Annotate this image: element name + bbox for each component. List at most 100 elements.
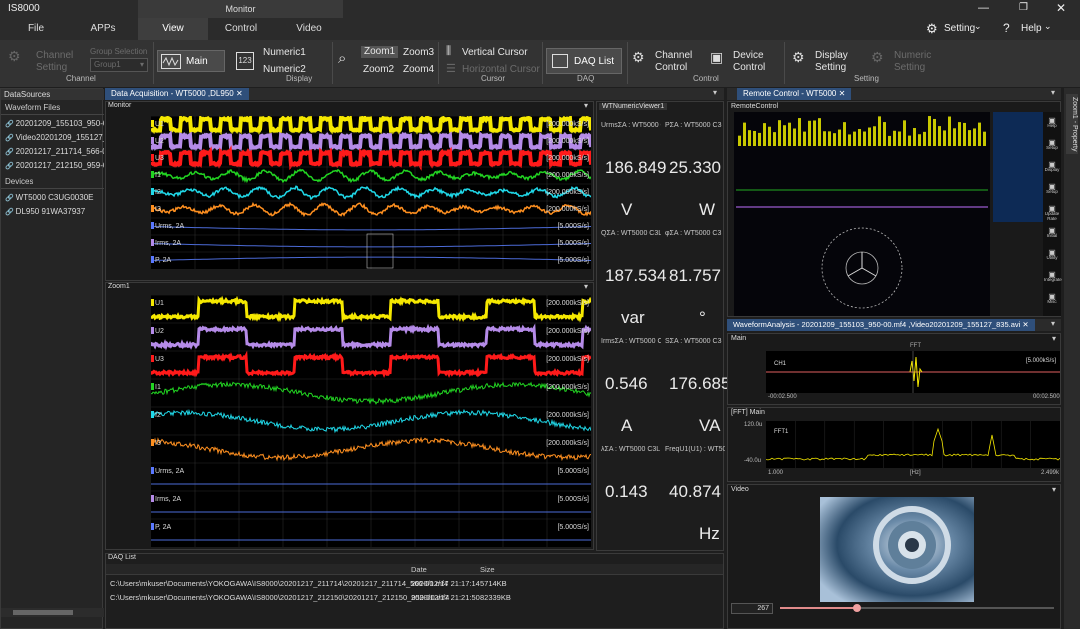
- property-side-tab[interactable]: Zoom1 - Property: [1066, 94, 1078, 154]
- remote-screen[interactable]: [734, 112, 990, 316]
- remote-side-button[interactable]: ▣ Update Rate: [1044, 206, 1060, 221]
- numeric-setting-button[interactable]: Numeric Setting: [894, 50, 931, 74]
- remote-side-button[interactable]: ▣ Setup: [1044, 184, 1060, 194]
- chevron-down-icon[interactable]: ▾: [713, 88, 717, 97]
- numeric-unit: VA: [699, 416, 720, 436]
- chevron-down-icon[interactable]: ▾: [1052, 485, 1056, 494]
- numeric1-button[interactable]: Numeric1: [263, 47, 306, 59]
- numeric-value: 176.685: [669, 374, 730, 394]
- help-icon[interactable]: ?: [1003, 21, 1010, 35]
- device-item[interactable]: 🔗 WT5000 C3UG0030E: [5, 193, 104, 202]
- wa-fft-x-right: 2.499k: [1041, 470, 1059, 476]
- close-icon[interactable]: ✕: [1056, 1, 1066, 15]
- vertical-cursor-button[interactable]: Vertical Cursor: [462, 47, 528, 59]
- wave-analysis-tab[interactable]: WaveformAnalysis - 20201209_155103_950-0…: [727, 319, 1035, 331]
- wa-fft-chart[interactable]: [766, 421, 1060, 468]
- ribbon-separator: [153, 42, 154, 84]
- remote-button-label: Initial: [1044, 233, 1060, 238]
- display-setting-button[interactable]: Display Setting: [815, 50, 848, 74]
- numeric-setting-icon: ⚙: [871, 49, 884, 66]
- video-frame-input[interactable]: 267: [731, 603, 773, 614]
- context-tab-monitor: Monitor: [138, 0, 343, 18]
- video-frame: [820, 497, 974, 602]
- col-header-size[interactable]: Size: [480, 565, 495, 574]
- channel-control-button[interactable]: Channel Control: [655, 50, 692, 74]
- table-row[interactable]: C:\Users\mkuser\Documents\YOKOGAWA\IS800…: [106, 592, 723, 604]
- daq-list-button[interactable]: DAQ List: [546, 48, 622, 74]
- chevron-down-icon[interactable]: ▾: [1051, 319, 1055, 328]
- list-icon: [552, 54, 568, 68]
- wa-main-waveform[interactable]: [766, 351, 1060, 393]
- remote-side-button[interactable]: ▣ Setup: [1044, 140, 1060, 150]
- table-row[interactable]: C:\Users\mkuser\Documents\YOKOGAWA\IS800…: [106, 578, 723, 590]
- menu-tab-video[interactable]: Video: [276, 18, 342, 40]
- harmonic-bar: [963, 123, 966, 146]
- main-view-button[interactable]: Main: [157, 50, 225, 72]
- remote-side-button[interactable]: ▣ Utility: [1044, 250, 1060, 260]
- date-cell: 2020/12/17 21:17:14: [411, 579, 480, 588]
- minimize-icon[interactable]: —: [978, 2, 989, 14]
- group-selection-value: Group1: [94, 60, 121, 69]
- group-cursor-label: Cursor: [481, 74, 505, 83]
- zoom1-waveform[interactable]: U1 [200.000kS/s] U2 [200.000kS/s] U3 [200.000…: [151, 295, 591, 547]
- harmonic-bar: [753, 131, 756, 146]
- setting-menu[interactable]: Setting: [944, 23, 975, 34]
- zoom4-button[interactable]: Zoom4: [403, 64, 434, 76]
- devices-header[interactable]: Devices: [5, 177, 33, 186]
- menu-tab-apps[interactable]: APPs: [70, 18, 136, 40]
- sidebar-scrollbar[interactable]: [1, 608, 104, 617]
- track-color-chip: [151, 327, 154, 334]
- track-rate: [200.000kS/s]: [546, 328, 589, 335]
- menu-tab-control[interactable]: Control: [208, 18, 274, 40]
- menu-tab-view[interactable]: View: [138, 18, 208, 40]
- chevron-down-icon[interactable]: ▾: [1051, 88, 1055, 97]
- monitor-waveform[interactable]: U1 [200.000kS/s] U2 [200.000kS/s] U3 [200.000…: [151, 116, 591, 269]
- device-item[interactable]: 🔗 DL950 91WA37937: [5, 207, 104, 216]
- chevron-down-icon[interactable]: ▾: [1052, 334, 1056, 343]
- waveform-files-header[interactable]: Waveform Files: [5, 103, 60, 112]
- menu-tab-file[interactable]: File: [10, 18, 62, 40]
- restore-icon[interactable]: ❐: [1019, 2, 1028, 13]
- video-title: Video: [731, 486, 749, 493]
- remote-side-button[interactable]: ▣ Display: [1044, 162, 1060, 172]
- track-rate: [5.000S/s]: [557, 240, 589, 247]
- remote-side-button[interactable]: ▣ Misc: [1044, 294, 1060, 304]
- harmonic-bar: [773, 132, 776, 146]
- group-selection-select[interactable]: Group1 ▾: [90, 58, 148, 72]
- video-scrub-handle[interactable]: [853, 604, 861, 612]
- remote-tab[interactable]: Remote Control - WT5000 ✕: [737, 88, 851, 100]
- wa-ch-label: CH1: [774, 361, 786, 367]
- remote-side-button[interactable]: ▣ Initial: [1044, 228, 1060, 238]
- zoom1-button[interactable]: Zoom1: [361, 46, 398, 58]
- waveform-file-item[interactable]: 🔗 20201217_211714_566-00.m: [5, 147, 104, 156]
- waveform-file-label: Video20201209_155127_835: [16, 133, 104, 142]
- remote-channel-list[interactable]: [993, 112, 1043, 222]
- gear-icon[interactable]: ⚙: [926, 21, 938, 37]
- col-header-date[interactable]: Date: [411, 565, 427, 574]
- remote-side-button[interactable]: ▣ Help: [1044, 118, 1060, 128]
- channel-setting-button[interactable]: Channel Setting: [36, 50, 73, 74]
- video-progress-track[interactable]: [858, 607, 1054, 609]
- link-icon: 🔗: [5, 149, 16, 156]
- daq-tab[interactable]: Data Acquisition - WT5000 ,DL950 ✕: [105, 88, 249, 100]
- device-control-button[interactable]: Device Control: [733, 50, 765, 74]
- video-progress-fill: [780, 607, 858, 609]
- help-menu[interactable]: Help: [1021, 23, 1042, 34]
- track-color-chip: [151, 299, 154, 306]
- remote-side-button[interactable]: ▣ Integrate: [1044, 272, 1060, 282]
- close-icon[interactable]: ✕: [1022, 320, 1028, 329]
- track-color-chip: [151, 154, 154, 161]
- close-icon[interactable]: ✕: [839, 89, 846, 98]
- scroll-thumb[interactable]: [13, 610, 73, 615]
- close-icon[interactable]: ✕: [236, 89, 243, 98]
- waveform-file-item[interactable]: 🔗 20201217_212150_959-00.m: [5, 161, 104, 170]
- right-side-dock: Zoom1 - Property: [1064, 88, 1080, 629]
- waveform-file-item[interactable]: 🔗 20201209_155103_950-00.m: [5, 119, 104, 128]
- chevron-down-icon[interactable]: ▾: [584, 282, 588, 291]
- track-rate: [200.000kS/s]: [546, 155, 589, 162]
- zoom3-button[interactable]: Zoom3: [403, 47, 434, 59]
- waveform-file-item[interactable]: 🔗 Video20201209_155127_835: [5, 133, 104, 142]
- zoom2-button[interactable]: Zoom2: [363, 64, 394, 76]
- chevron-down-icon: ⌄: [1044, 21, 1052, 32]
- chevron-down-icon[interactable]: ▾: [584, 101, 588, 110]
